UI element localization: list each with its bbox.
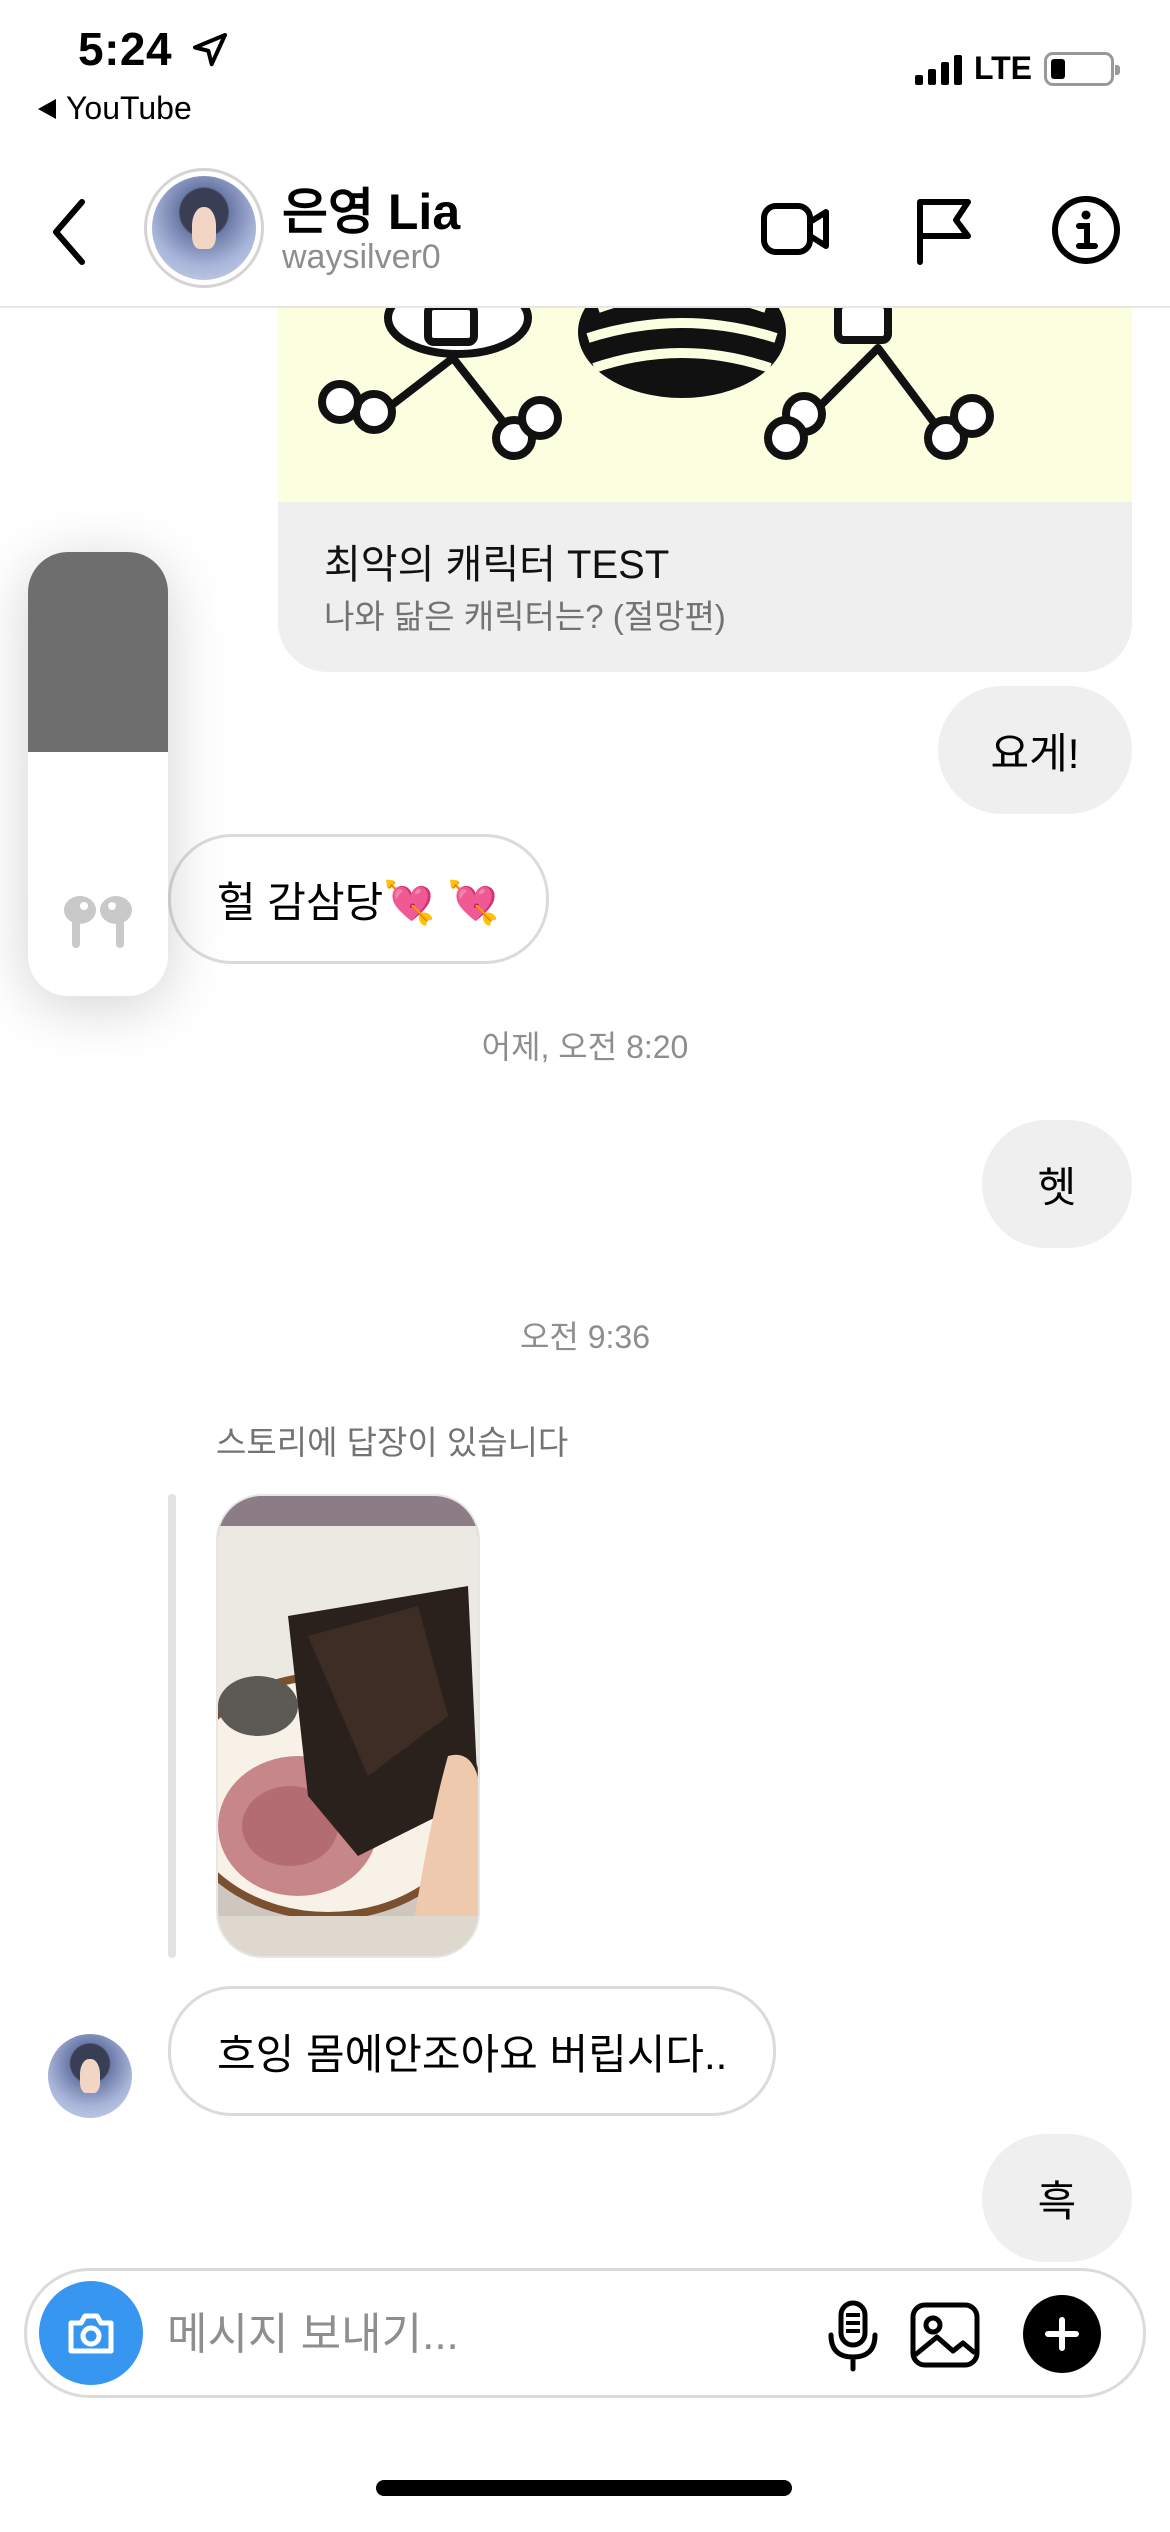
camera-icon	[68, 2313, 114, 2354]
back-app-label: YouTube	[66, 90, 192, 126]
chat-header: 은영 Lia waysilver0	[0, 160, 1170, 308]
back-triangle-icon	[38, 98, 56, 119]
contact-name[interactable]: 은영 Lia	[282, 172, 460, 244]
message-bubble-received[interactable]: 헐 감삼당💘 💘	[168, 834, 549, 964]
message-bubble-sent[interactable]: 요게!	[938, 686, 1132, 814]
message-bubble-sent[interactable]: 흑	[982, 2134, 1132, 2262]
link-card-title: 최악의 캐릭터 TEST	[324, 543, 670, 587]
flag-icon[interactable]	[904, 190, 984, 270]
message-input[interactable]	[167, 2295, 767, 2375]
status-indicators: LTE	[914, 50, 1120, 87]
cellular-signal-icon	[914, 53, 962, 85]
message-bubble-sent[interactable]: 헷	[982, 1120, 1132, 1248]
plus-icon	[1045, 2317, 1079, 2351]
story-thumbnail[interactable]	[216, 1494, 480, 1958]
timestamp: 어제, 오전 8:20	[481, 1029, 689, 1065]
message-composer	[24, 2268, 1146, 2398]
sender-avatar[interactable]	[48, 2034, 132, 2118]
link-card-illustration	[278, 308, 1132, 502]
header-avatar[interactable]	[144, 168, 264, 288]
story-reply-label: 스토리에 답장이 있습니다	[216, 1424, 569, 1461]
airpods-icon	[64, 896, 132, 948]
contact-username[interactable]: waysilver0	[282, 238, 441, 277]
location-arrow-icon	[193, 33, 227, 67]
timestamp: 오전 9:36	[519, 1319, 651, 1355]
info-icon[interactable]	[1046, 190, 1126, 270]
network-type: LTE	[973, 50, 1032, 86]
volume-level-fill	[28, 552, 168, 752]
link-card-subtitle: 나와 닮은 캐릭터는? (절망편)	[324, 598, 726, 635]
plus-button[interactable]	[1023, 2295, 1101, 2373]
back-to-app-link[interactable]: YouTube	[38, 90, 192, 127]
video-call-icon[interactable]	[756, 190, 836, 270]
message-thread[interactable]: 최악의 캐릭터 TEST 나와 닮은 캐릭터는? (절망편) 요게! 헐 감삼당…	[0, 308, 1170, 2268]
story-reply-quote-bar	[168, 1494, 176, 1958]
gallery-icon[interactable]	[903, 2293, 987, 2377]
volume-hud[interactable]	[28, 552, 168, 996]
home-indicator[interactable]	[376, 2480, 792, 2496]
back-chevron-icon[interactable]	[46, 192, 96, 272]
status-time: 5:24	[78, 23, 173, 75]
camera-button[interactable]	[39, 2281, 143, 2385]
microphone-icon[interactable]	[811, 2293, 895, 2377]
battery-icon	[1044, 51, 1120, 86]
shared-link-card[interactable]: 최악의 캐릭터 TEST 나와 닮은 캐릭터는? (절망편)	[278, 308, 1132, 672]
message-bubble-received[interactable]: 흐잉 몸에안조아요 버립시다..	[168, 1986, 777, 2116]
